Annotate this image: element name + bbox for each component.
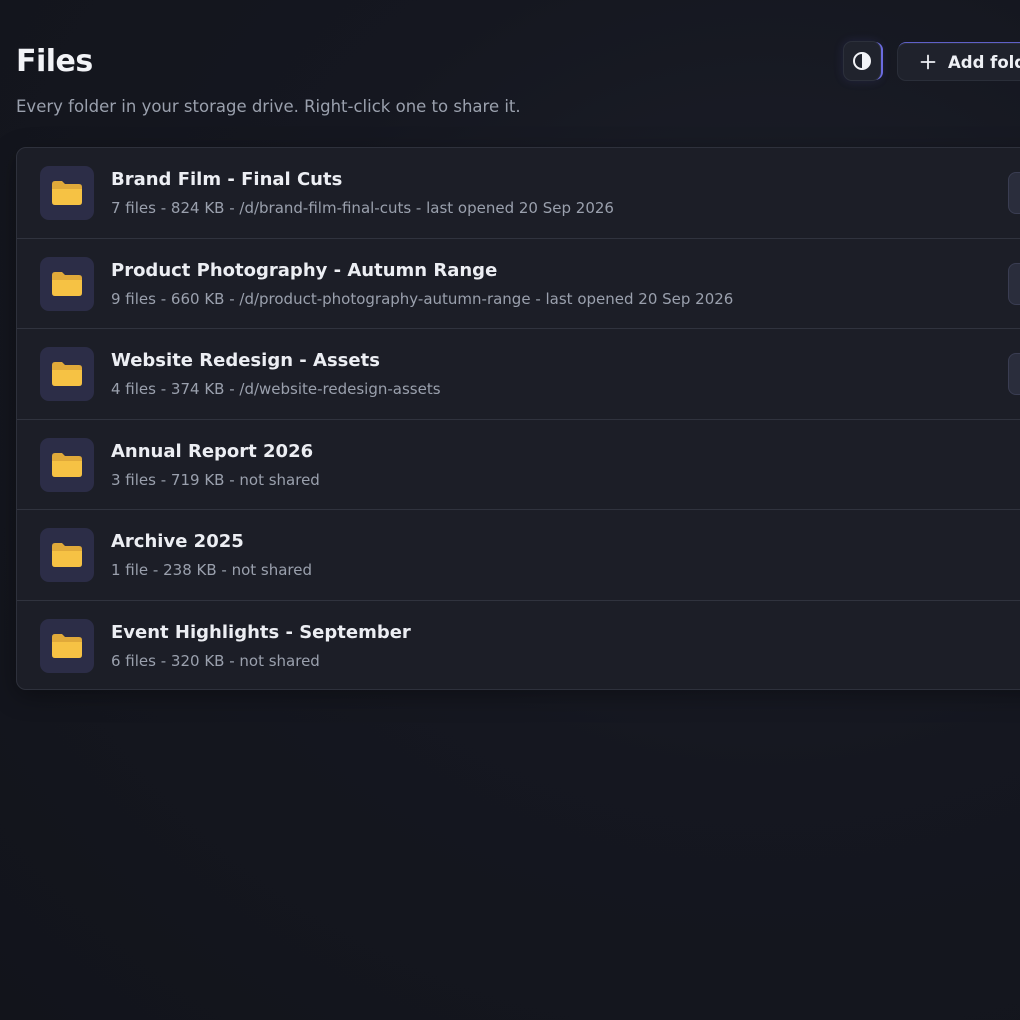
folder-icon xyxy=(40,437,94,492)
folder-icon xyxy=(40,528,94,582)
folder-icon xyxy=(40,347,94,401)
page-subtitle: Every folder in your storage drive. Righ… xyxy=(16,97,521,116)
contrast-icon xyxy=(853,52,871,70)
folder-row[interactable]: Brand Film - Final Cuts 7 files - 824 KB… xyxy=(17,148,1020,239)
folder-name: Website Redesign - Assets xyxy=(111,350,380,371)
folder-row[interactable]: Annual Report 2026 3 files - 719 KB - no… xyxy=(17,420,1020,510)
folder-row[interactable]: Event Highlights - September 6 files - 3… xyxy=(17,601,1020,690)
folder-row[interactable]: Website Redesign - Assets 4 files - 374 … xyxy=(17,329,1020,420)
folder-row[interactable]: Product Photography - Autumn Range 9 fil… xyxy=(17,239,1020,329)
page-title: Files xyxy=(16,44,93,79)
folder-name: Brand Film - Final Cuts xyxy=(111,169,343,190)
folder-meta: 3 files - 719 KB - not shared xyxy=(111,470,320,489)
folder-meta: 6 files - 320 KB - not shared xyxy=(111,651,320,670)
folder-share-button[interactable] xyxy=(1008,353,1020,395)
folder-meta: 9 files - 660 KB - /d/product-photograph… xyxy=(111,289,734,308)
folder-icon xyxy=(40,618,94,673)
add-folder-label: Add folder xyxy=(948,52,1020,72)
folder-name: Product Photography - Autumn Range xyxy=(111,259,498,281)
add-folder-button[interactable]: Add folder xyxy=(897,43,1020,81)
folder-row[interactable]: Archive 2025 1 file - 238 KB - not share… xyxy=(17,510,1020,601)
folder-icon xyxy=(40,166,94,220)
plus-icon xyxy=(920,54,936,70)
folder-name: Archive 2025 xyxy=(111,531,244,552)
folder-meta: 1 file - 238 KB - not shared xyxy=(111,561,313,579)
theme-toggle-button[interactable] xyxy=(843,41,881,81)
folder-icon xyxy=(40,256,94,311)
folder-meta: 7 files - 824 KB - /d/brand-film-final-c… xyxy=(111,199,614,217)
folder-share-button[interactable] xyxy=(1008,262,1020,305)
folder-name: Event Highlights - September xyxy=(111,621,411,643)
folder-name: Annual Report 2026 xyxy=(111,440,314,462)
folder-meta: 4 files - 374 KB - /d/website-redesign-a… xyxy=(111,380,441,398)
folder-share-button[interactable] xyxy=(1008,172,1020,214)
folder-list: Brand Film - Final Cuts 7 files - 824 KB… xyxy=(16,147,1020,690)
